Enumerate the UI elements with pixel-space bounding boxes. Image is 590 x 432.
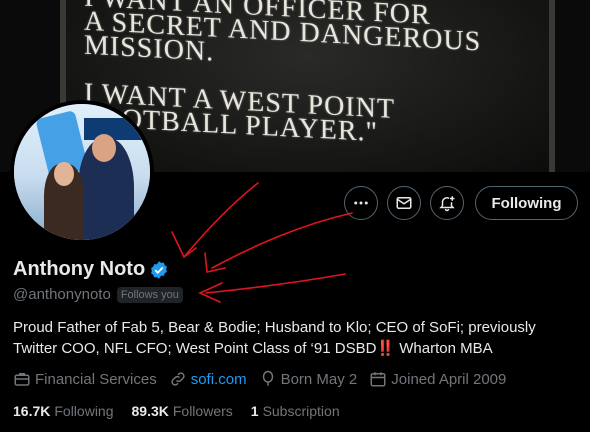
website-link[interactable]: sofi.com — [191, 371, 247, 388]
profile-meta: Financial Services sofi.com Born May 2 J… — [13, 370, 518, 388]
calendar-icon — [370, 372, 386, 387]
handle: @anthonynoto — [13, 286, 111, 303]
display-name: Anthony Noto — [13, 258, 146, 280]
briefcase-icon — [14, 373, 30, 386]
arrow-3-head — [198, 282, 223, 303]
website-item[interactable]: sofi.com — [169, 370, 247, 388]
message-button[interactable] — [387, 186, 421, 220]
arrow-2 — [211, 212, 353, 269]
following-count[interactable]: 16.7K Following — [13, 403, 114, 419]
born-text: Born May 2 — [280, 370, 358, 388]
name-row: Anthony Noto — [13, 258, 169, 281]
more-icon — [354, 201, 368, 205]
bio-end: Wharton MBA — [395, 340, 493, 357]
link-icon — [171, 372, 185, 386]
category-text: Financial Services — [35, 370, 157, 388]
arrow-3 — [205, 273, 346, 294]
bio: Proud Father of Fab 5, Bear & Bodie; Hus… — [13, 317, 583, 359]
balloon-icon — [262, 370, 273, 386]
verified-badge-icon[interactable] — [149, 260, 169, 280]
follow-counts: 16.7K Following 89.3K Followers 1 Subscript… — [13, 403, 358, 419]
arrow-1-head — [171, 231, 197, 259]
handle-row: @anthonynoto Follows you — [13, 286, 183, 303]
category-item: Financial Services — [13, 370, 157, 388]
born-item: Born May 2 — [259, 370, 358, 388]
more-button[interactable] — [344, 186, 378, 220]
mail-icon — [396, 197, 412, 209]
arrow-1 — [183, 182, 259, 258]
joined-item: Joined April 2009 — [369, 370, 506, 388]
following-button[interactable]: Following — [475, 186, 578, 220]
avatar[interactable] — [10, 100, 154, 244]
followers-count[interactable]: 89.3K Followers — [132, 403, 233, 419]
plaque-text: I WANT AN OFFICER FOR A SECRET AND DANGE… — [84, 0, 482, 149]
joined-text: Joined April 2009 — [391, 370, 507, 388]
subscription-count[interactable]: 1 Subscription — [251, 403, 340, 419]
follows-you-badge: Follows you — [116, 286, 183, 303]
arrow-2-head — [204, 252, 226, 273]
double-exclamation-emoji: ‼️ — [376, 340, 396, 357]
notify-button[interactable] — [430, 186, 464, 220]
bell-plus-icon — [439, 196, 455, 212]
